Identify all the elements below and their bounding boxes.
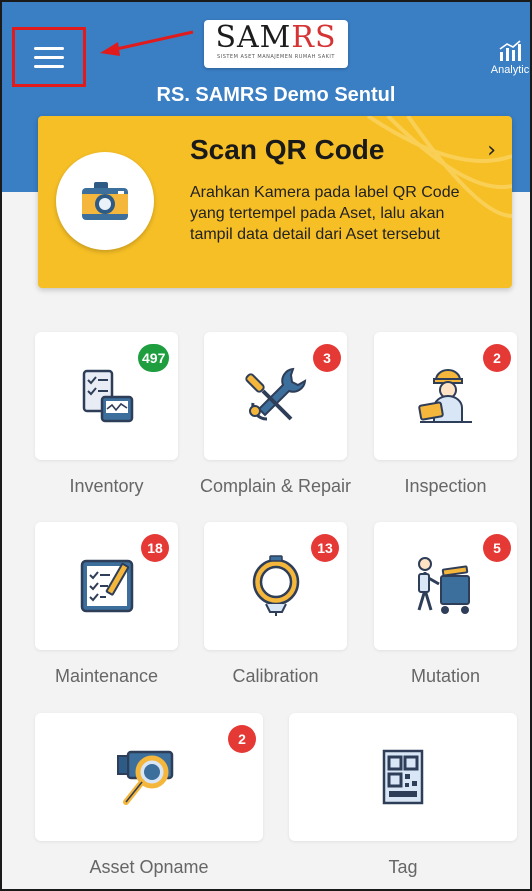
tile-asset-opname[interactable]: 2 Asset Opname [35, 713, 263, 883]
tile-inventory[interactable]: 497 Inventory [35, 332, 178, 502]
menu-line [34, 55, 64, 59]
hospital-name: RS. SAMRS Demo Sentul [156, 84, 396, 106]
maintenance-checklist-icon [80, 559, 133, 613]
cart-person-icon [417, 557, 470, 614]
scan-title: Scan QR Code [190, 134, 385, 165]
tile-card [289, 713, 517, 841]
qr-tag-icon [382, 749, 424, 805]
logo-text: SAMRS [215, 20, 337, 55]
tile-label: Inspection [404, 476, 487, 496]
opname-count-badge: 2 [228, 725, 256, 753]
calibration-count-badge: 13 [311, 534, 339, 562]
inspection-count-badge: 2 [483, 344, 511, 372]
scan-qr-card[interactable]: Scan QR Code Arahkan Kamera pada label Q… [38, 116, 512, 288]
menu-line [34, 64, 64, 68]
tile-label: Tag [388, 857, 418, 877]
maintenance-count-badge: 18 [141, 534, 169, 562]
tile-label: Complain & Repair [199, 476, 352, 496]
tile-inspection[interactable]: 2 Inspection [374, 332, 517, 502]
tile-mutation[interactable]: 5 Mutation [374, 522, 517, 692]
tile-calibration[interactable]: 13 Calibration [204, 522, 347, 692]
menu-line [34, 46, 64, 50]
annotation-arrow-icon [100, 30, 194, 56]
inspector-icon [417, 369, 472, 423]
analytic-button[interactable]: Analytic [486, 40, 532, 76]
chevron-right-icon: › [487, 138, 496, 163]
camera-icon [82, 182, 128, 220]
mutation-count-badge: 5 [483, 534, 511, 562]
tile-maintenance[interactable]: 18 Maintenance [35, 522, 178, 692]
tile-label: Mutation [410, 666, 481, 686]
complain-count-badge: 3 [313, 344, 341, 372]
hamburger-menu-button[interactable] [12, 27, 86, 87]
tile-label: Inventory [69, 476, 144, 496]
asset-search-icon [117, 750, 174, 805]
logo-subtitle: SISTEM ASET MANAJEMEN RUMAH SAKIT [217, 54, 335, 60]
analytic-chart-icon [499, 40, 521, 61]
tile-complain-repair[interactable]: 3 Complain & Repair [200, 332, 351, 502]
tile-label: Calibration [232, 666, 319, 686]
tile-label: Maintenance [54, 666, 159, 686]
camera-icon-circle [56, 152, 154, 250]
inventory-count-badge: 497 [138, 344, 170, 372]
scan-description: Arahkan Kamera pada label QR Code yang t… [190, 184, 460, 243]
tile-tag[interactable]: Tag [289, 713, 517, 883]
calibration-dial-icon [252, 555, 299, 616]
app-logo: SAMRS SISTEM ASET MANAJEMEN RUMAH SAKIT [204, 20, 348, 68]
wrench-screwdriver-icon [244, 367, 306, 421]
analytic-label: Analytic [490, 64, 530, 76]
tile-label: Asset Opname [89, 857, 209, 877]
inventory-checklist-icon [82, 369, 133, 423]
